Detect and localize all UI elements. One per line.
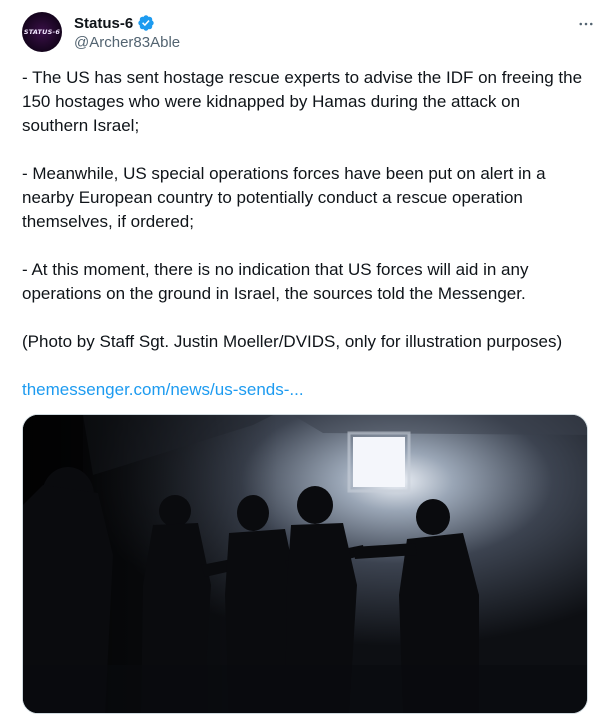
tweet-photo[interactable]	[22, 414, 588, 714]
display-name[interactable]: Status-6	[74, 15, 133, 32]
tweet-paragraph: (Photo by Staff Sgt. Justin Moeller/DVID…	[22, 332, 563, 351]
author-names: Status-6 @Archer83Able	[74, 13, 180, 52]
author-handle[interactable]: @Archer83Able	[74, 34, 180, 51]
tweet-body: - The US has sent hostage rescue experts…	[22, 66, 588, 402]
avatar[interactable]: STATUS-6	[22, 12, 62, 52]
tweet-header: STATUS-6 Status-6 @Archer83Able	[22, 12, 600, 52]
tweet-paragraph: - Meanwhile, US special operations force…	[22, 164, 546, 231]
tweet-paragraph: - The US has sent hostage rescue experts…	[22, 68, 583, 135]
display-name-row: Status-6	[74, 13, 180, 33]
tweet: STATUS-6 Status-6 @Archer83Able - The US…	[0, 0, 616, 714]
avatar-text: STATUS-6	[23, 28, 61, 36]
verified-badge-icon[interactable]	[137, 14, 155, 32]
article-link[interactable]: themessenger.com/news/us-sends-...	[22, 378, 304, 402]
tweet-paragraph: - At this moment, there is no indication…	[22, 260, 529, 303]
more-options-icon[interactable]	[572, 14, 600, 34]
photo-soldiers-silhouette	[23, 415, 587, 713]
